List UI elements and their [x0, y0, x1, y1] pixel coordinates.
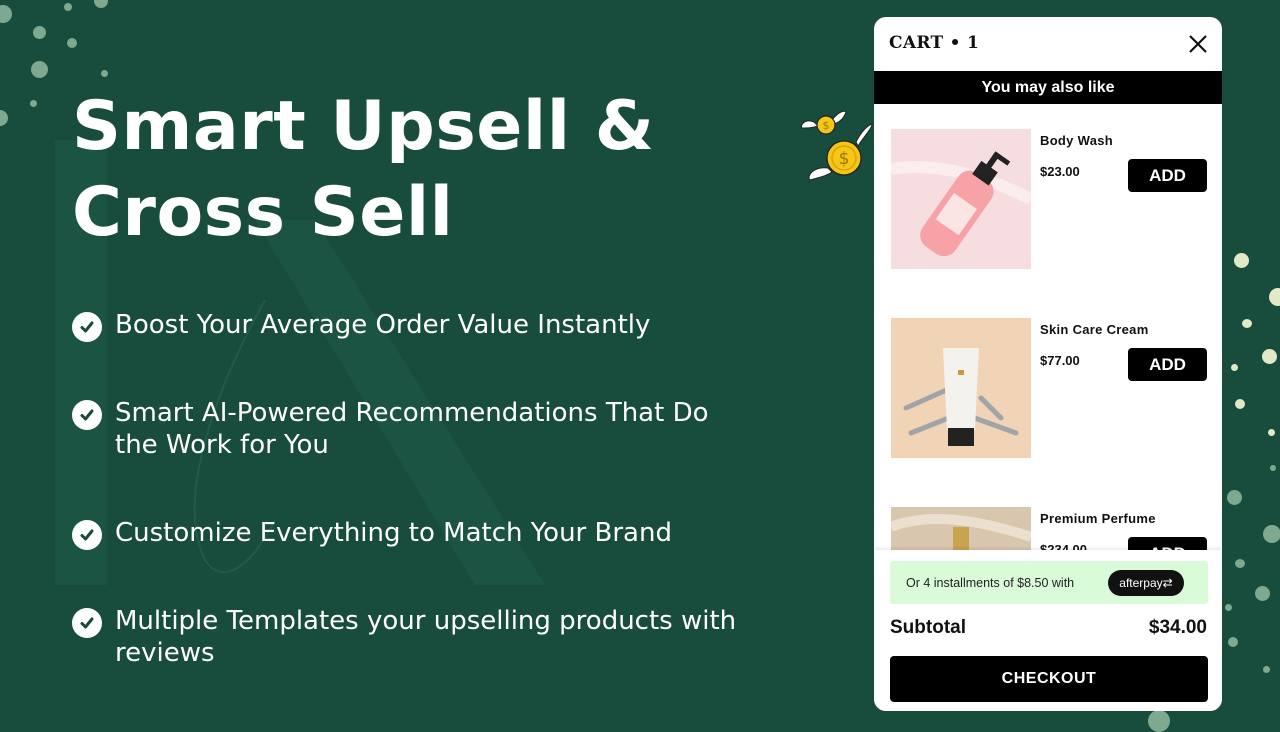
svg-text:$: $ [823, 119, 830, 132]
afterpay-arrows-icon: ⇄ [1162, 576, 1173, 590]
feature-item: Customize Everything to Match Your Brand [72, 517, 755, 550]
cart-footer: Or 4 installments of $8.50 with afterpay… [874, 550, 1222, 711]
add-button[interactable]: ADD [1128, 537, 1207, 550]
close-icon[interactable] [1188, 34, 1208, 54]
check-circle-icon [72, 400, 102, 430]
product-name[interactable]: Skin Care Cream [1040, 322, 1149, 337]
product-card: Body Wash $23.00 ADD [874, 104, 1222, 269]
afterpay-text: Or 4 installments of $8.50 with [906, 576, 1075, 590]
check-circle-icon [72, 608, 102, 638]
feature-item: Multiple Templates your upselling produc… [72, 605, 755, 669]
cart-header: CART • 1 [874, 17, 1222, 71]
afterpay-badge[interactable]: afterpay⇄ [1108, 570, 1184, 596]
upsell-heading: You may also like [874, 71, 1222, 104]
afterpay-logo-text: afterpay [1119, 576, 1163, 590]
subtotal-value: $34.00 [1148, 617, 1207, 638]
feature-text: Boost Your Average Order Value Instantly [115, 310, 651, 340]
product-price: $234.00 [1040, 542, 1087, 550]
feature-text: Multiple Templates your upselling produc… [115, 606, 737, 668]
cart-drawer: CART • 1 You may also like Body Wash $23… [874, 17, 1222, 711]
flying-coins-icon: $ $ [801, 110, 873, 181]
product-card: Premium Perfume $234.00 ADD [874, 482, 1222, 550]
cart-title: CART • 1 [889, 33, 980, 53]
feature-item: Boost Your Average Order Value Instantly [72, 309, 755, 342]
svg-text:$: $ [839, 149, 850, 169]
afterpay-message: Or 4 installments of $8.50 with afterpay… [890, 561, 1208, 604]
product-image-skin-care-cream[interactable] [891, 318, 1031, 458]
hero-title: Smart Upsell & Cross Sell [72, 84, 655, 256]
product-card: Skin Care Cream $77.00 ADD [874, 293, 1222, 458]
check-circle-icon [72, 312, 102, 342]
product-price: $77.00 [1040, 353, 1080, 368]
product-name[interactable]: Premium Perfume [1040, 511, 1156, 526]
checkout-button[interactable]: CHECKOUT [890, 656, 1208, 702]
feature-text: Customize Everything to Match Your Brand [115, 518, 672, 548]
hero-title-line1: Smart Upsell & [72, 87, 655, 166]
product-image-premium-perfume[interactable] [891, 507, 1031, 550]
product-image-body-wash[interactable] [891, 129, 1031, 269]
upsell-product-list[interactable]: Body Wash $23.00 ADD Skin Care Cream $77… [874, 104, 1222, 550]
feature-item: Smart AI-Powered Recommendations That Do… [72, 397, 755, 461]
add-button[interactable]: ADD [1128, 159, 1207, 192]
add-button[interactable]: ADD [1128, 348, 1207, 381]
feature-text: Smart AI-Powered Recommendations That Do… [115, 398, 709, 460]
product-price: $23.00 [1040, 164, 1080, 179]
hero-title-line2: Cross Sell [72, 173, 454, 252]
check-circle-icon [72, 520, 102, 550]
product-name[interactable]: Body Wash [1040, 133, 1113, 148]
subtotal-label: Subtotal [890, 617, 966, 638]
